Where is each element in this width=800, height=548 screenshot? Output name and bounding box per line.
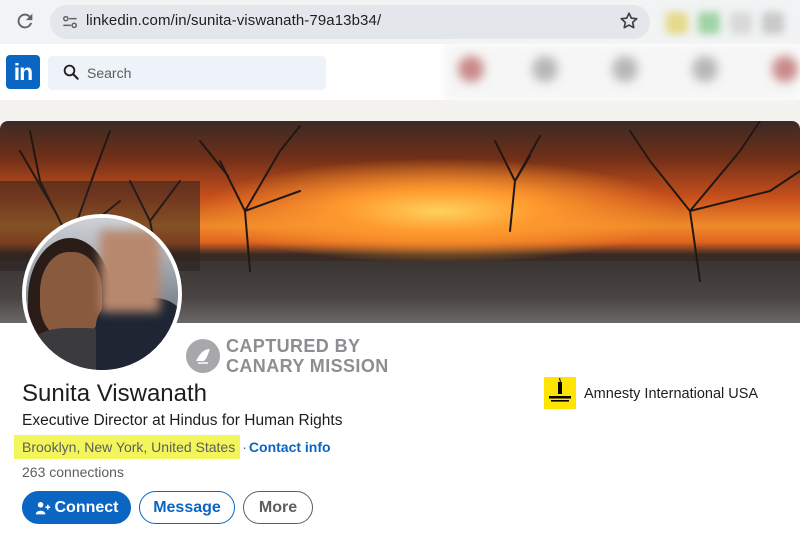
profile-card: CAPTURED BY CANARY MISSION Sunita Viswan… <box>0 121 800 548</box>
profile-location: Brooklyn, New York, United States <box>14 435 241 459</box>
bookmark-star-icon[interactable] <box>618 10 640 32</box>
search-placeholder: Search <box>87 65 132 81</box>
connect-button[interactable]: Connect <box>22 491 131 524</box>
profile-photo[interactable] <box>22 214 182 374</box>
add-person-icon <box>35 501 50 515</box>
candle-icon <box>549 377 571 402</box>
separator-dot: · <box>242 439 247 455</box>
contact-info-link[interactable]: Contact info <box>249 439 331 455</box>
current-organization[interactable]: Amnesty International USA <box>584 386 758 402</box>
profile-name: Sunita Viswanath <box>22 380 208 407</box>
site-info-icon[interactable] <box>60 12 80 32</box>
url-text[interactable]: linkedin.com/in/sunita-viswanath-79a13b3… <box>86 12 381 29</box>
connections-count[interactable]: 263 connections <box>22 464 124 480</box>
extensions-area-blurred <box>662 8 800 38</box>
watermark-line1: CAPTURED BY <box>226 336 361 356</box>
amnesty-logo[interactable] <box>544 377 576 409</box>
canary-bird-icon <box>186 339 220 373</box>
nav-icons-blurred <box>444 44 800 100</box>
watermark-line2: CANARY MISSION <box>226 356 389 376</box>
profile-headline: Executive Director at Hindus for Human R… <box>22 412 343 429</box>
message-button[interactable]: Message <box>139 491 235 524</box>
location-row: Brooklyn, New York, United States · Contac… <box>14 435 331 459</box>
search-icon <box>63 64 79 80</box>
linkedin-logo[interactable]: in <box>6 55 40 89</box>
reload-icon[interactable] <box>14 10 36 32</box>
more-button[interactable]: More <box>243 491 313 524</box>
connect-label: Connect <box>54 499 119 516</box>
